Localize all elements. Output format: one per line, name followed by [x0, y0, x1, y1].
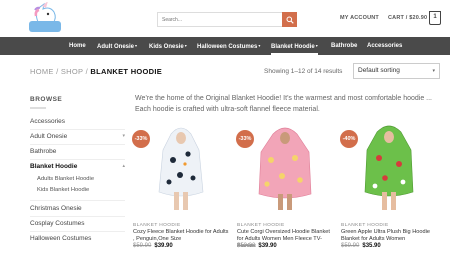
sidebar-item-blanket-hoodie[interactable]: Blanket Hoodie ▴ — [30, 163, 125, 170]
search-icon — [286, 16, 294, 24]
product-sale-price: $39.90 — [154, 243, 173, 249]
sidebar-item-halloween-costumes[interactable]: Halloween Costumes — [30, 235, 125, 242]
product-category: BLANKET HOODIE — [341, 223, 389, 228]
product-card[interactable]: -33% BLANKET HOODIE Cute Corgi Oversized… — [236, 120, 333, 253]
breadcrumb-separator: / — [85, 67, 88, 76]
sidebar-item-cosplay-costumes[interactable]: Cosplay Costumes — [30, 220, 125, 227]
nav-item-bathrobe[interactable]: Bathrobe — [331, 37, 357, 55]
search-input[interactable] — [158, 13, 282, 26]
breadcrumb-current: BLANKET HOODIE — [90, 67, 163, 76]
product-price: $59.90 $39.90 — [237, 243, 277, 249]
chevron-down-icon: ▾ — [135, 43, 138, 48]
sale-badge: -33% — [132, 130, 150, 148]
sort-select[interactable]: Default sorting ▾ — [353, 63, 440, 79]
heading-underline — [30, 107, 46, 109]
sort-selected-value: Default sorting — [358, 67, 400, 74]
results-count: Showing 1–12 of 14 results — [264, 68, 343, 75]
category-description: We’re the home of the Original Blanket H… — [135, 95, 433, 113]
product-price: $59.90 $35.90 — [341, 243, 381, 249]
product-sale-price: $35.90 — [362, 243, 381, 249]
product-card[interactable]: -33% BLANKET HOODIE Cozy Fleece Blanket … — [132, 120, 229, 253]
site-logo[interactable] — [26, 1, 64, 34]
product-old-price: $59.90 — [133, 243, 152, 249]
product-title[interactable]: Green Apple Ultra Plush Big Hoodie Blank… — [341, 229, 437, 243]
breadcrumb-home[interactable]: HOME — [30, 67, 54, 76]
divider — [30, 231, 125, 232]
product-card[interactable]: -40% BLANKET HOODIE Green Apple Ultra Pl… — [340, 120, 437, 253]
chevron-down-icon: ▾ — [315, 43, 318, 48]
cart-link[interactable]: CART / $20.90 — [388, 15, 427, 21]
chevron-down-icon: ▾ — [184, 43, 187, 48]
sidebar-heading: BROWSE — [30, 96, 63, 103]
search-box — [157, 12, 297, 27]
divider — [30, 129, 125, 130]
nav-item-accessories[interactable]: Accessories — [367, 37, 402, 55]
my-account-link[interactable]: MY ACCOUNT — [340, 15, 379, 21]
chevron-down-icon: ▾ — [432, 68, 435, 74]
breadcrumb-separator: / — [56, 67, 59, 76]
chevron-down-icon[interactable]: ▾ — [122, 133, 125, 139]
product-category: BLANKET HOODIE — [237, 223, 285, 228]
chevron-down-icon: ▾ — [258, 43, 261, 48]
sidebar-item-christmas-onesie[interactable]: Christmas Onesie — [30, 205, 125, 212]
sidebar-subitem-adults-blanket-hoodie[interactable]: Adults Blanket Hoodie — [37, 176, 132, 182]
cart-count-badge[interactable]: 1 — [429, 11, 441, 25]
nav-item-adult-onesie[interactable]: Adult Onesie▾ — [97, 37, 137, 55]
chevron-up-icon[interactable]: ▴ — [122, 163, 125, 169]
sidebar-item-adult-onesie[interactable]: Adult Onesie ▾ — [30, 133, 125, 140]
divider — [30, 200, 125, 201]
product-price: $59.90 $39.90 — [133, 243, 173, 249]
divider — [30, 144, 125, 145]
divider — [30, 216, 125, 217]
sale-badge: -40% — [340, 130, 358, 148]
sidebar-item-accessories[interactable]: Accessories — [30, 118, 125, 125]
product-category: BLANKET HOODIE — [133, 223, 181, 228]
nav-item-halloween-costumes[interactable]: Halloween Costumes▾ — [197, 37, 260, 55]
sale-badge: -33% — [236, 130, 254, 148]
product-old-price: $59.90 — [341, 243, 360, 249]
product-sale-price: $39.90 — [258, 243, 277, 249]
nav-item-blanket-hoodie[interactable]: Blanket Hoodie▾ — [271, 37, 318, 55]
sidebar-item-bathrobe[interactable]: Bathrobe — [30, 148, 125, 155]
breadcrumb: HOME / SHOP / BLANKET HOODIE — [30, 67, 162, 76]
product-old-price: $59.90 — [237, 243, 256, 249]
nav-item-home[interactable]: Home — [69, 37, 86, 55]
product-title[interactable]: Cozy Fleece Blanket Hoodie for Adults , … — [133, 229, 229, 243]
sidebar-subitem-kids-blanket-hoodie[interactable]: Kids Blanket Hoodie — [37, 187, 132, 193]
breadcrumb-shop[interactable]: SHOP — [61, 67, 83, 76]
nav-item-kids-onesie[interactable]: Kids Onesie▾ — [149, 37, 187, 55]
search-button[interactable] — [282, 12, 297, 27]
divider — [30, 159, 125, 160]
main-nav: Home Adult Onesie▾ Kids Onesie▾ Hallowee… — [0, 37, 450, 55]
